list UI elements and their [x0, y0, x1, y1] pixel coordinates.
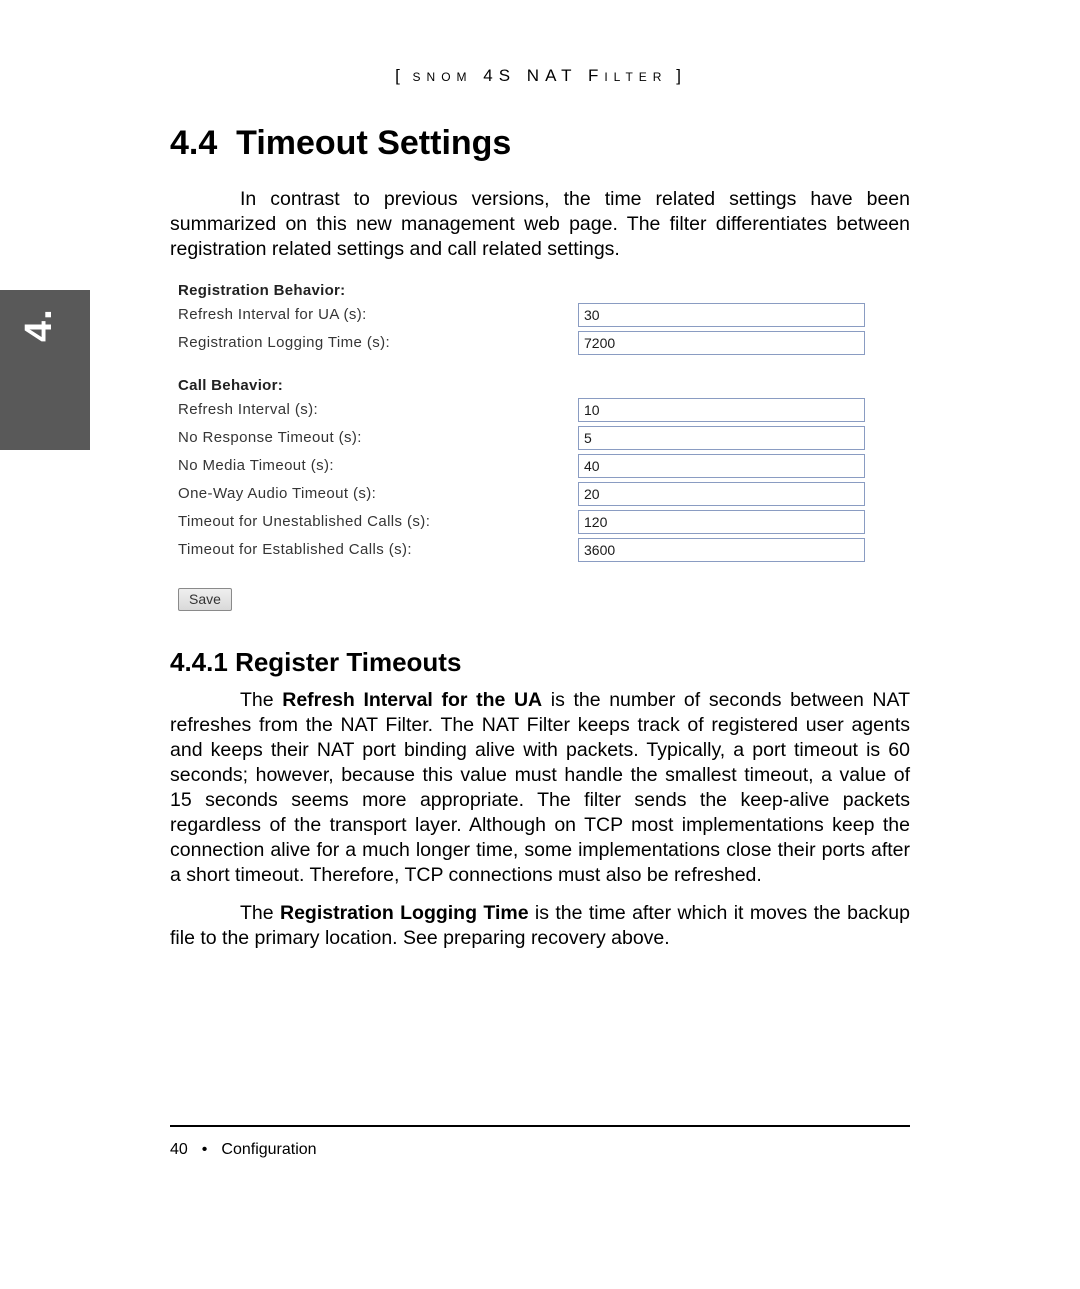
section-heading: 4.4 Timeout Settings — [170, 124, 910, 163]
setting-label: No Media Timeout (s): — [178, 457, 578, 474]
no-response-timeout-input[interactable] — [578, 426, 865, 450]
subsection-number: 4.4.1 — [170, 647, 228, 677]
intro-paragraph: In contrast to previous versions, the ti… — [170, 187, 910, 262]
p3-pre: The — [240, 902, 280, 924]
no-media-timeout-input[interactable] — [578, 454, 865, 478]
p2-post: is the number of seconds between NAT ref… — [170, 689, 910, 886]
refresh-interval-ua-input[interactable] — [578, 303, 865, 327]
settings-form: Registration Behavior: Refresh Interval … — [178, 282, 910, 611]
setting-row: Timeout for Established Calls (s): — [178, 538, 910, 562]
one-way-audio-timeout-input[interactable] — [578, 482, 865, 506]
registration-group-title: Registration Behavior: — [178, 282, 910, 299]
setting-label: Timeout for Established Calls (s): — [178, 541, 578, 558]
section-title: Timeout Settings — [236, 124, 511, 162]
subsection-heading: 4.4.1 Register Timeouts — [170, 647, 910, 678]
p3-strong: Registration Logging Time — [280, 902, 529, 924]
setting-row: One-Way Audio Timeout (s): — [178, 482, 910, 506]
chapter-tab: 4. — [0, 290, 90, 450]
setting-row: Refresh Interval (s): — [178, 398, 910, 422]
page-number: 40 — [170, 1141, 188, 1159]
footer-bullet: • — [202, 1141, 208, 1159]
setting-row: Registration Logging Time (s): — [178, 331, 910, 355]
content-area: 4.4 Timeout Settings In contrast to prev… — [170, 110, 910, 965]
header-title: snom 4S NAT Filter — [413, 66, 668, 85]
running-header: [ snom 4S NAT Filter ] — [170, 66, 910, 86]
setting-label: Refresh Interval for UA (s): — [178, 306, 578, 323]
header-close-bracket: ] — [676, 66, 685, 85]
setting-row: Refresh Interval for UA (s): — [178, 303, 910, 327]
save-row: Save — [178, 588, 910, 611]
setting-label: Timeout for Unestablished Calls (s): — [178, 513, 578, 530]
footer-chapter: Configuration — [221, 1141, 316, 1159]
unestablished-calls-timeout-input[interactable] — [578, 510, 865, 534]
intro-text: In contrast to previous versions, the ti… — [170, 188, 910, 260]
setting-row: No Response Timeout (s): — [178, 426, 910, 450]
setting-row: Timeout for Unestablished Calls (s): — [178, 510, 910, 534]
header-open-bracket: [ — [395, 66, 404, 85]
paragraph-registration-logging: The Registration Logging Time is the tim… — [170, 901, 910, 951]
subsection-title: Register Timeouts — [235, 647, 461, 677]
setting-row: No Media Timeout (s): — [178, 454, 910, 478]
setting-label: One-Way Audio Timeout (s): — [178, 485, 578, 502]
registration-logging-time-input[interactable] — [578, 331, 865, 355]
page-footer: 40 • Configuration — [170, 1125, 910, 1159]
p2-pre: The — [240, 689, 282, 711]
section-number: 4.4 — [170, 124, 217, 162]
paragraph-refresh-interval: The Refresh Interval for the UA is the n… — [170, 688, 910, 888]
chapter-tab-label: 4. — [18, 308, 61, 342]
setting-label: No Response Timeout (s): — [178, 429, 578, 446]
save-button[interactable]: Save — [178, 588, 232, 611]
call-refresh-interval-input[interactable] — [578, 398, 865, 422]
call-group-title: Call Behavior: — [178, 377, 910, 394]
page: 4. [ snom 4S NAT Filter ] 4.4 Timeout Se… — [0, 0, 1080, 1289]
setting-label: Refresh Interval (s): — [178, 401, 578, 418]
p2-strong: Refresh Interval for the UA — [282, 689, 542, 711]
established-calls-timeout-input[interactable] — [578, 538, 865, 562]
setting-label: Registration Logging Time (s): — [178, 334, 578, 351]
